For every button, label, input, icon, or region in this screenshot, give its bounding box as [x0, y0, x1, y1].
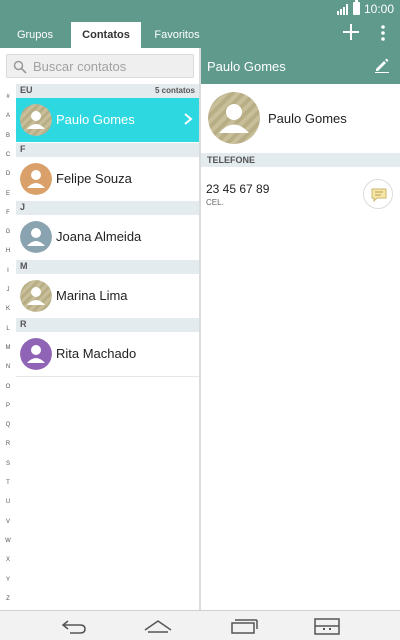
contact-count: 5 contatos: [154, 86, 195, 95]
index-letter[interactable]: K: [0, 306, 16, 312]
contact-name: Rita Machado: [56, 346, 137, 361]
index-letter[interactable]: J: [0, 287, 16, 293]
back-icon[interactable]: [58, 617, 88, 635]
grey-blue-avatar: [20, 221, 52, 253]
index-letter[interactable]: B: [0, 133, 16, 139]
orange-avatar: [20, 163, 52, 195]
section-letter: J: [20, 202, 26, 212]
index-letter[interactable]: N: [0, 364, 16, 370]
index-letter[interactable]: Q: [0, 422, 16, 428]
index-letter[interactable]: G: [0, 229, 16, 235]
index-letter[interactable]: S: [0, 461, 16, 467]
detail-header-title: Paulo Gomes: [207, 59, 286, 74]
tab-favoritos[interactable]: Favoritos: [142, 22, 212, 48]
section-letter: EU: [20, 85, 33, 95]
contact-name: Joana Almeida: [56, 229, 142, 244]
index-letter[interactable]: A: [0, 113, 16, 119]
phone-section-label: TELEFONE: [207, 155, 256, 165]
index-letter[interactable]: V: [0, 519, 16, 525]
status-bar: 10:00: [0, 0, 400, 18]
section-header-r: R: [16, 318, 199, 332]
contact-row-paulo-gomes[interactable]: Paulo Gomes: [16, 98, 199, 142]
index-letter[interactable]: I: [0, 268, 16, 274]
message-icon: [371, 188, 387, 202]
contact-row-felipe-souza[interactable]: Felipe Souza: [16, 157, 199, 201]
index-letter[interactable]: F: [0, 210, 16, 216]
section-letter: F: [20, 144, 26, 154]
section-header-m: M: [16, 260, 199, 274]
message-button[interactable]: [363, 179, 393, 209]
battery-icon: [353, 0, 360, 15]
index-letter[interactable]: E: [0, 191, 16, 197]
home-icon[interactable]: [143, 617, 173, 635]
app-bar: Grupos Contatos Favoritos: [0, 18, 400, 48]
index-letter[interactable]: W: [0, 538, 16, 544]
detail-contact-name: Paulo Gomes: [268, 111, 347, 126]
search-input[interactable]: Buscar contatos: [6, 54, 194, 78]
contact-name: Marina Lima: [56, 288, 128, 303]
contact-row-marina-lima[interactable]: Marina Lima: [16, 274, 199, 318]
row-divider: [16, 376, 199, 377]
chevron-right-icon: [184, 113, 193, 125]
section-header-f: F: [16, 143, 199, 157]
contact-row-joana-almeida[interactable]: Joana Almeida: [16, 215, 199, 259]
status-time: 10:00: [363, 2, 394, 16]
signal-icon: [337, 4, 348, 15]
search-icon: [13, 60, 27, 74]
index-letter[interactable]: O: [0, 384, 16, 390]
more-options-icon[interactable]: [378, 24, 388, 42]
striped-avatar: [20, 104, 52, 136]
section-letter: R: [20, 319, 27, 329]
dual-window-icon[interactable]: [312, 617, 342, 635]
phone-section-header: TELEFONE: [201, 153, 400, 167]
contact-name: Felipe Souza: [56, 171, 132, 186]
index-letter[interactable]: C: [0, 152, 16, 158]
add-contact-icon[interactable]: [343, 24, 359, 40]
index-letter[interactable]: X: [0, 557, 16, 563]
phone-number[interactable]: 23 45 67 89: [206, 182, 269, 196]
index-letter[interactable]: H: [0, 248, 16, 254]
index-letter[interactable]: P: [0, 403, 16, 409]
index-letter[interactable]: Z: [0, 596, 16, 602]
section-header-eu: EU 5 contatos: [16, 84, 199, 98]
detail-avatar: [208, 92, 260, 144]
index-letter[interactable]: L: [0, 326, 16, 332]
index-letter[interactable]: D: [0, 171, 16, 177]
alphabet-index[interactable]: # A B C D E F G H I J K L M N O P Q R S T U V W X Y Z: [0, 88, 16, 608]
purple-avatar: [20, 338, 52, 370]
index-letter[interactable]: M: [0, 345, 16, 351]
index-letter[interactable]: R: [0, 441, 16, 447]
section-header-j: J: [16, 201, 199, 215]
recent-apps-icon[interactable]: [229, 617, 259, 635]
search-placeholder: Buscar contatos: [33, 59, 127, 74]
index-letter[interactable]: T: [0, 480, 16, 486]
striped-avatar: [20, 280, 52, 312]
index-letter[interactable]: #: [0, 94, 16, 100]
phone-type: CEL.: [206, 198, 224, 207]
tab-contatos[interactable]: Contatos: [71, 22, 141, 48]
contact-row-rita-machado[interactable]: Rita Machado: [16, 332, 199, 376]
index-letter[interactable]: Y: [0, 577, 16, 583]
contact-name: Paulo Gomes: [56, 112, 135, 127]
edit-pencil-icon[interactable]: [374, 57, 390, 73]
detail-header: Paulo Gomes: [201, 48, 400, 84]
section-letter: M: [20, 261, 28, 271]
index-letter[interactable]: U: [0, 499, 16, 505]
tab-grupos[interactable]: Grupos: [0, 22, 70, 48]
pane-divider: [199, 48, 201, 610]
navigation-bar: [0, 610, 400, 640]
